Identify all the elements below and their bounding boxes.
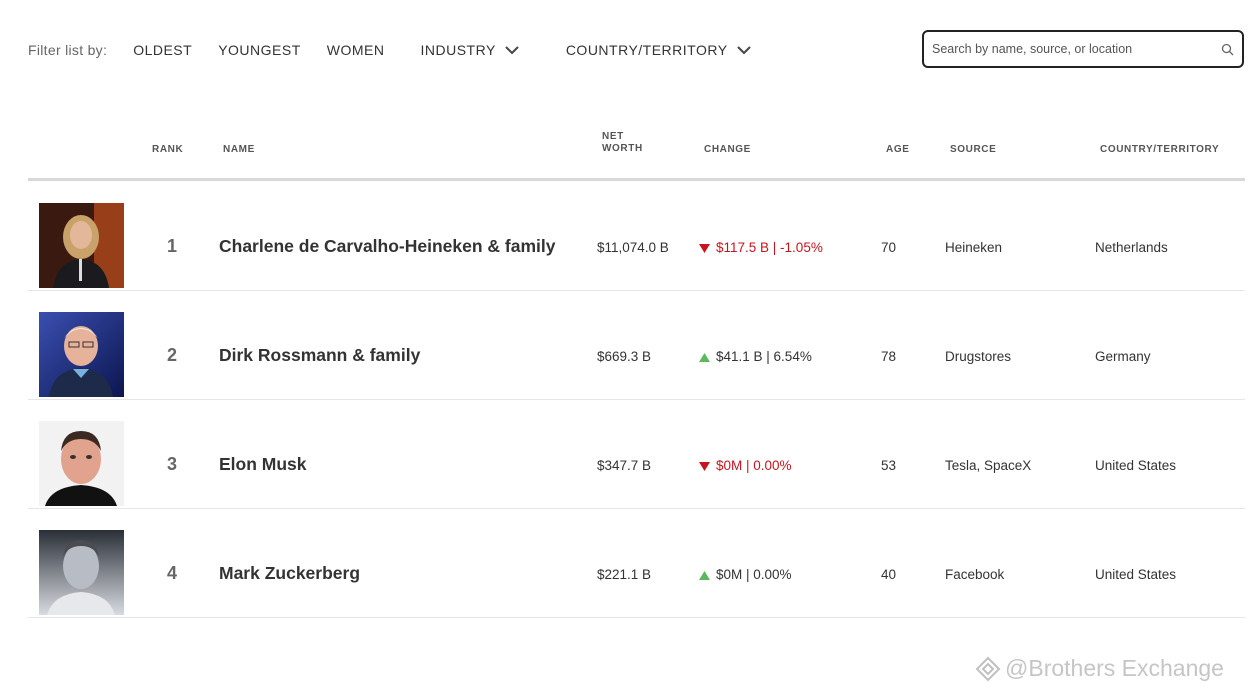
column-header-name[interactable]: NAME [223, 144, 255, 156]
country-value: United States [1095, 567, 1177, 582]
filter-industry-dropdown[interactable]: INDUSTRY [421, 42, 520, 58]
change-text: $0M | 0.00% [716, 567, 792, 582]
filter-country-dropdown[interactable]: COUNTRY/TERRITORY [566, 42, 752, 58]
avatar [39, 421, 124, 506]
net-worth-value: $347.7 B [597, 458, 652, 473]
country-value: United States [1095, 458, 1177, 473]
column-header-net-worth[interactable]: NET WORTH [602, 131, 643, 155]
country-value: Netherlands [1095, 240, 1168, 255]
filter-women-button[interactable]: WOMEN [327, 42, 385, 58]
change-text: $117.5 B | -1.05% [716, 240, 823, 255]
watermark-text: @Brothers Exchange [1005, 655, 1224, 681]
table-row[interactable]: 4 Mark Zuckerberg $221.1 B $0M | 0.00% 4… [28, 508, 1245, 618]
column-header-change[interactable]: CHANGE [704, 144, 751, 156]
table-row[interactable]: 2 Dirk Rossmann & family $669.3 B $41.1 … [28, 290, 1245, 400]
down-triangle-icon [699, 243, 710, 253]
filter-youngest-button[interactable]: YOUNGEST [218, 42, 301, 58]
filter-industry-label: INDUSTRY [420, 42, 496, 58]
source-value: Drugstores [945, 349, 1012, 364]
table-row[interactable]: 1 Charlene de Carvalho-Heineken & family… [28, 181, 1245, 291]
person-name-link[interactable]: Elon Musk [219, 455, 307, 473]
watermark: @Brothers Exchange [975, 655, 1224, 682]
change-value: $41.1 B | 6.54% [699, 349, 812, 365]
chevron-down-icon [505, 46, 519, 55]
column-header-net-worth-line1: NET [602, 131, 624, 142]
net-worth-value: $221.1 B [597, 567, 652, 582]
rank-value: 2 [167, 345, 178, 365]
source-value: Heineken [945, 240, 1003, 255]
filter-country-label: COUNTRY/TERRITORY [565, 42, 728, 58]
rank-value: 4 [167, 563, 178, 583]
country-value: Germany [1095, 349, 1151, 364]
down-triangle-icon [699, 461, 710, 471]
change-text: $41.1 B | 6.54% [716, 349, 812, 364]
change-value: $0M | 0.00% [699, 567, 792, 583]
chevron-down-icon [736, 46, 751, 55]
change-text: $0M | 0.00% [716, 458, 792, 473]
source-value: Tesla, SpaceX [945, 458, 1032, 473]
column-header-source[interactable]: SOURCE [950, 144, 996, 156]
brand-diamond-icon [975, 656, 1001, 681]
filter-oldest-button[interactable]: OLDEST [133, 42, 192, 58]
person-name-link[interactable]: Charlene de Carvalho-Heineken & family [219, 237, 556, 255]
avatar [39, 530, 124, 615]
table-row[interactable]: 3 Elon Musk $347.7 B $0M | 0.00% 53 Tesl… [28, 399, 1245, 509]
up-triangle-icon [699, 570, 710, 580]
person-name-link[interactable]: Mark Zuckerberg [219, 564, 360, 582]
column-header-age[interactable]: AGE [886, 144, 909, 156]
column-header-country[interactable]: COUNTRY/TERRITORY [1100, 144, 1219, 156]
search-icon[interactable] [1221, 43, 1234, 56]
column-header-rank[interactable]: RANK [152, 144, 183, 156]
change-value: $117.5 B | -1.05% [699, 240, 823, 256]
age-value: 70 [881, 240, 897, 255]
filter-bar: Filter list by: OLDEST YOUNGEST WOMEN IN… [28, 28, 798, 72]
age-value: 78 [881, 349, 897, 364]
avatar [39, 312, 124, 397]
search-input[interactable] [932, 40, 1212, 58]
table-header: RANK NAME NET WORTH CHANGE AGE SOURCE CO… [28, 120, 1245, 181]
person-name-link[interactable]: Dirk Rossmann & family [219, 346, 420, 364]
age-value: 40 [881, 567, 897, 582]
filter-label: Filter list by: [28, 42, 108, 58]
column-header-net-worth-line2: WORTH [602, 143, 643, 154]
rank-value: 3 [167, 454, 178, 474]
search-box [922, 30, 1244, 68]
age-value: 53 [881, 458, 897, 473]
change-value: $0M | 0.00% [699, 458, 792, 474]
net-worth-value: $11,074.0 B [597, 240, 669, 255]
source-value: Facebook [945, 567, 1005, 582]
rank-value: 1 [167, 236, 178, 256]
up-triangle-icon [699, 352, 710, 362]
net-worth-value: $669.3 B [597, 349, 652, 364]
avatar [39, 203, 124, 288]
